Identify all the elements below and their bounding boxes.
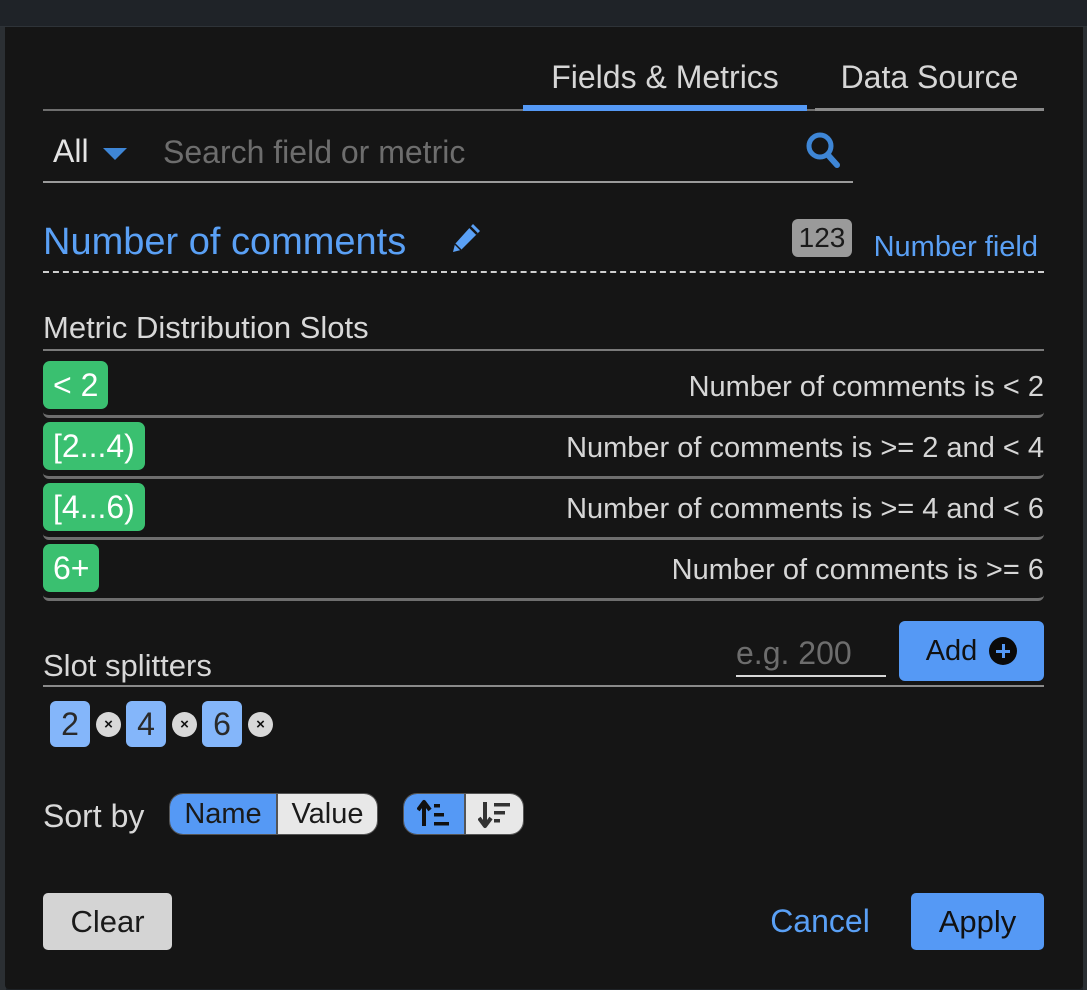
field-type-label: Number field — [873, 231, 1038, 263]
slot-row: [2...4) Number of comments is >= 2 and <… — [43, 420, 1044, 479]
sort-by-name-button[interactable]: Name — [170, 794, 278, 834]
slot-chip[interactable]: [4...6) — [43, 483, 145, 531]
cancel-button[interactable]: Cancel — [765, 893, 875, 950]
field-title: Number of comments — [43, 221, 407, 263]
add-splitter-button[interactable]: Add — [899, 621, 1044, 681]
tab-fields-metrics[interactable]: Fields & Metrics — [523, 57, 807, 111]
splitter-value-input[interactable] — [736, 631, 886, 677]
slot-chip[interactable]: [2...4) — [43, 422, 145, 470]
remove-splitter-icon[interactable]: × — [172, 711, 197, 737]
add-button-label: Add — [925, 634, 978, 667]
sort-ascending-icon — [417, 800, 449, 826]
search-input[interactable] — [161, 129, 785, 175]
sort-by-label: Sort by — [43, 798, 145, 834]
search-icon[interactable] — [805, 131, 841, 169]
slot-row: [4...6) Number of comments is >= 4 and <… — [43, 481, 1044, 540]
slot-description: Number of comments is >= 4 and < 6 — [566, 493, 1044, 525]
active-tab-indicator — [523, 105, 807, 111]
slot-chip[interactable]: < 2 — [43, 361, 109, 409]
tab-data-source[interactable]: Data Source — [815, 57, 1044, 111]
slot-row: 6+ Number of comments is >= 6 — [43, 542, 1044, 601]
slot-row: < 2 Number of comments is < 2 — [43, 359, 1044, 418]
app-background-right — [1083, 27, 1087, 990]
sort-descending-button[interactable] — [466, 794, 523, 834]
slot-description: Number of comments is >= 2 and < 4 — [566, 432, 1044, 464]
category-filter-dropdown[interactable]: All — [53, 131, 127, 171]
field-picker-dialog: Fields & Metrics Data Source All Number … — [5, 27, 1083, 989]
slot-description: Number of comments is < 2 — [688, 371, 1044, 403]
tab-bar: Fields & Metrics Data Source — [43, 57, 1044, 111]
splitter-chip-list: 2 × 4 × 6 × — [50, 700, 278, 748]
sort-order-toggle — [403, 793, 524, 835]
splitter-chip[interactable]: 2 — [50, 701, 90, 747]
plus-circle-icon — [989, 637, 1018, 665]
clear-button[interactable]: Clear — [43, 893, 172, 950]
remove-splitter-icon[interactable]: × — [96, 711, 121, 737]
apply-button[interactable]: Apply — [911, 893, 1044, 950]
filter-value: All — [53, 133, 89, 169]
splitter-chip[interactable]: 4 — [126, 701, 166, 747]
number-type-badge: 123 — [792, 219, 852, 257]
remove-splitter-icon[interactable]: × — [248, 711, 273, 737]
sort-by-value-button[interactable]: Value — [278, 794, 377, 834]
selected-field-header: Number of comments 123 Number field — [43, 215, 1044, 273]
tab-underline — [815, 108, 1044, 111]
pencil-icon[interactable] — [449, 221, 483, 255]
sort-descending-icon — [477, 802, 510, 828]
tab-label: Fields & Metrics — [551, 59, 779, 95]
app-background-bar — [0, 0, 1087, 27]
slot-chip[interactable]: 6+ — [43, 544, 100, 592]
splitter-chip[interactable]: 6 — [202, 701, 242, 747]
search-row: All — [43, 125, 853, 183]
splitters-section-title: Slot splitters — [43, 647, 1044, 687]
sort-ascending-button[interactable] — [404, 794, 466, 834]
sort-field-toggle: Name Value — [169, 793, 378, 835]
tab-label: Data Source — [840, 59, 1019, 95]
slot-description: Number of comments is >= 6 — [671, 554, 1044, 586]
slots-section-title: Metric Distribution Slots — [43, 309, 1044, 351]
caret-down-icon — [102, 148, 127, 160]
